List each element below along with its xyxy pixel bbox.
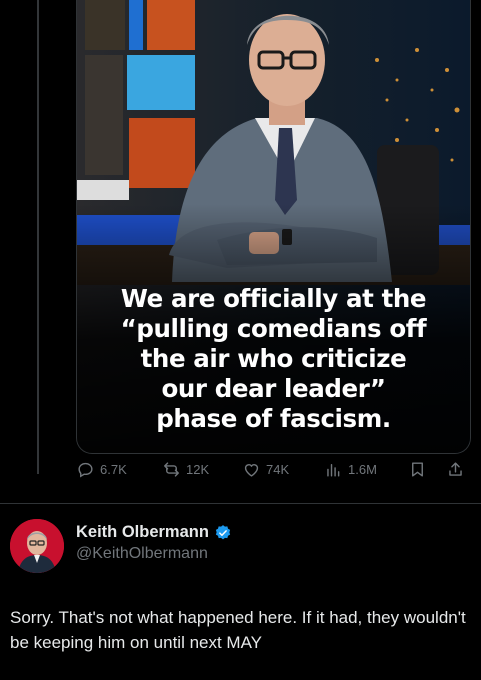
share-icon — [449, 462, 462, 476]
post-actions: 6.7K 12K 74K 1.6M — [76, 457, 469, 489]
image-caption: We are officially at the “pulling comedi… — [77, 284, 470, 434]
repost-icon — [164, 462, 179, 477]
caption-line: We are officially at the — [120, 284, 427, 313]
author-handle[interactable]: @KeithOlbermann — [76, 545, 208, 563]
author-row: Keith Olbermann — [76, 523, 232, 542]
avatar-image — [10, 519, 64, 573]
verified-badge-icon — [215, 524, 231, 539]
like-button[interactable]: 74K — [242, 460, 289, 479]
thread-line — [37, 0, 39, 474]
share-button[interactable] — [446, 460, 465, 479]
views-count: 1.6M — [348, 462, 377, 477]
caption-line: the air who criticize — [140, 344, 407, 373]
repost-button[interactable]: 12K — [162, 460, 209, 479]
views-button[interactable]: 1.6M — [324, 460, 377, 479]
repost-count: 12K — [186, 462, 210, 477]
divider — [0, 503, 481, 504]
caption-line: our dear leader” — [161, 374, 386, 403]
reply-icon — [78, 462, 93, 478]
bookmark-button[interactable] — [408, 460, 427, 479]
avatar[interactable] — [10, 519, 64, 573]
author-name[interactable]: Keith Olbermann — [76, 523, 209, 542]
caption-line: phase of fascism. — [156, 404, 391, 433]
like-icon — [244, 464, 259, 477]
like-count: 74K — [266, 462, 290, 477]
reply-count: 6.7K — [100, 462, 127, 477]
caption-line: “pulling comedians off — [120, 314, 427, 343]
bookmark-icon — [412, 462, 423, 477]
post-image[interactable]: We are officially at the “pulling comedi… — [76, 0, 471, 454]
reply-button[interactable]: 6.7K — [76, 460, 127, 479]
views-icon — [327, 464, 340, 477]
reply-text: Sorry. That's not what happened here. If… — [10, 608, 466, 652]
